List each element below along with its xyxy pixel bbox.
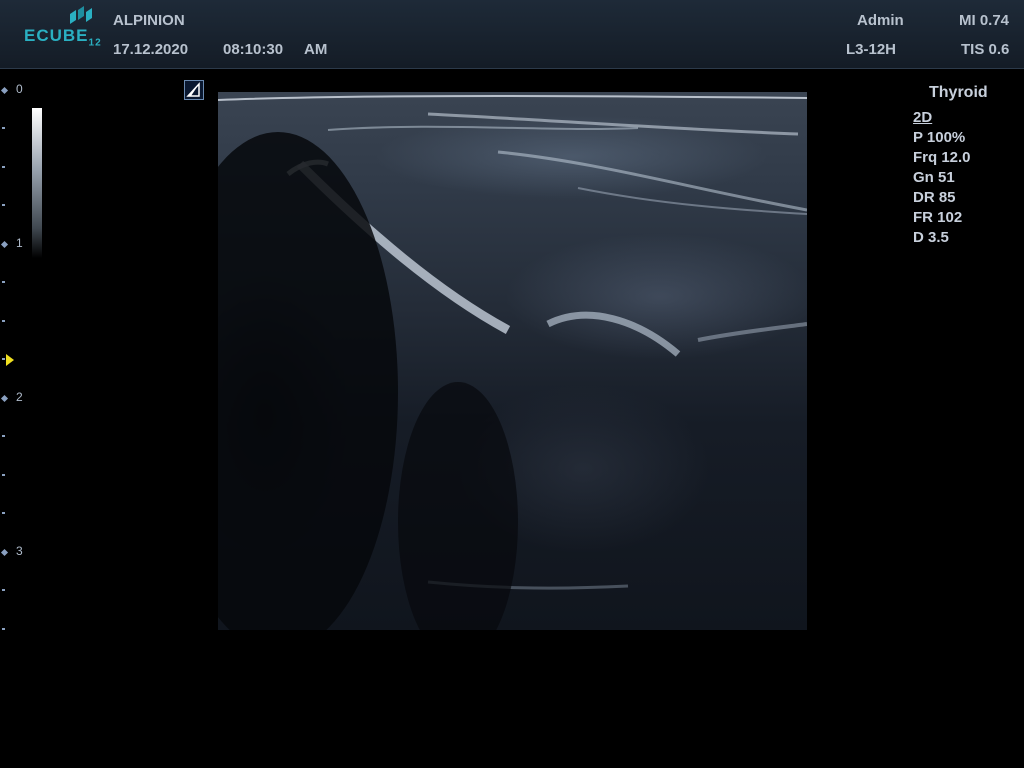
depth-minor-tick — [2, 281, 5, 283]
depth-minor-tick — [2, 589, 5, 591]
ultrasound-image[interactable] — [218, 92, 807, 630]
date-label: 17.12.2020 — [113, 41, 189, 58]
depth-major-tick — [0, 86, 9, 95]
logo-cube-icon — [70, 6, 92, 24]
preset-label: Thyroid — [929, 84, 988, 101]
depth-label: 3 — [16, 544, 23, 558]
depth-major-tick — [0, 394, 9, 403]
grayscale-bar — [32, 108, 42, 258]
param-frame-rate: FR 102 — [913, 209, 963, 226]
manufacturer-label: ALPINION — [113, 12, 185, 29]
depth-label: 1 — [16, 236, 23, 250]
orientation-marker-icon[interactable] — [184, 80, 204, 100]
param-frequency: Frq 12.0 — [913, 149, 971, 166]
focus-marker-icon[interactable] — [6, 354, 14, 366]
mode-label: 2D — [913, 109, 933, 126]
depth-major-tick — [0, 240, 9, 249]
depth-minor-tick — [2, 474, 5, 476]
depth-minor-tick — [2, 320, 5, 322]
param-depth: D 3.5 — [913, 229, 949, 246]
param-gain: Gn 51 — [913, 169, 955, 186]
param-dynamic-range: DR 85 — [913, 189, 956, 206]
ampm-label: AM — [304, 41, 328, 58]
param-power: P 100% — [913, 129, 966, 146]
logo-text: ECUBE12 — [24, 26, 102, 49]
mi-label: MI 0.74 — [959, 12, 1010, 29]
time-label: 08:10:30 — [223, 41, 284, 58]
depth-major-tick — [0, 548, 9, 557]
user-label: Admin — [857, 12, 904, 29]
depth-minor-tick — [2, 435, 5, 437]
depth-minor-tick — [2, 204, 5, 206]
depth-minor-tick — [2, 127, 5, 129]
depth-minor-tick — [2, 512, 5, 514]
logo: ECUBE12 — [24, 6, 104, 48]
depth-minor-tick — [2, 628, 5, 630]
imaging-parameters-panel: Thyroid 2D P 100% Frq 12.0 Gn 51 DR 85 F… — [913, 84, 1023, 248]
probe-label: L3-12H — [846, 41, 897, 58]
depth-minor-tick — [2, 358, 5, 360]
depth-label: 0 — [16, 82, 23, 96]
header-bar: ECUBE12 ALPINION 17.12.2020 08:10:30 AM … — [0, 0, 1024, 69]
ultrasound-echo-texture — [218, 95, 807, 630]
tis-label: TIS 0.6 — [961, 41, 1010, 58]
depth-label: 2 — [16, 390, 23, 404]
depth-minor-tick — [2, 166, 5, 168]
